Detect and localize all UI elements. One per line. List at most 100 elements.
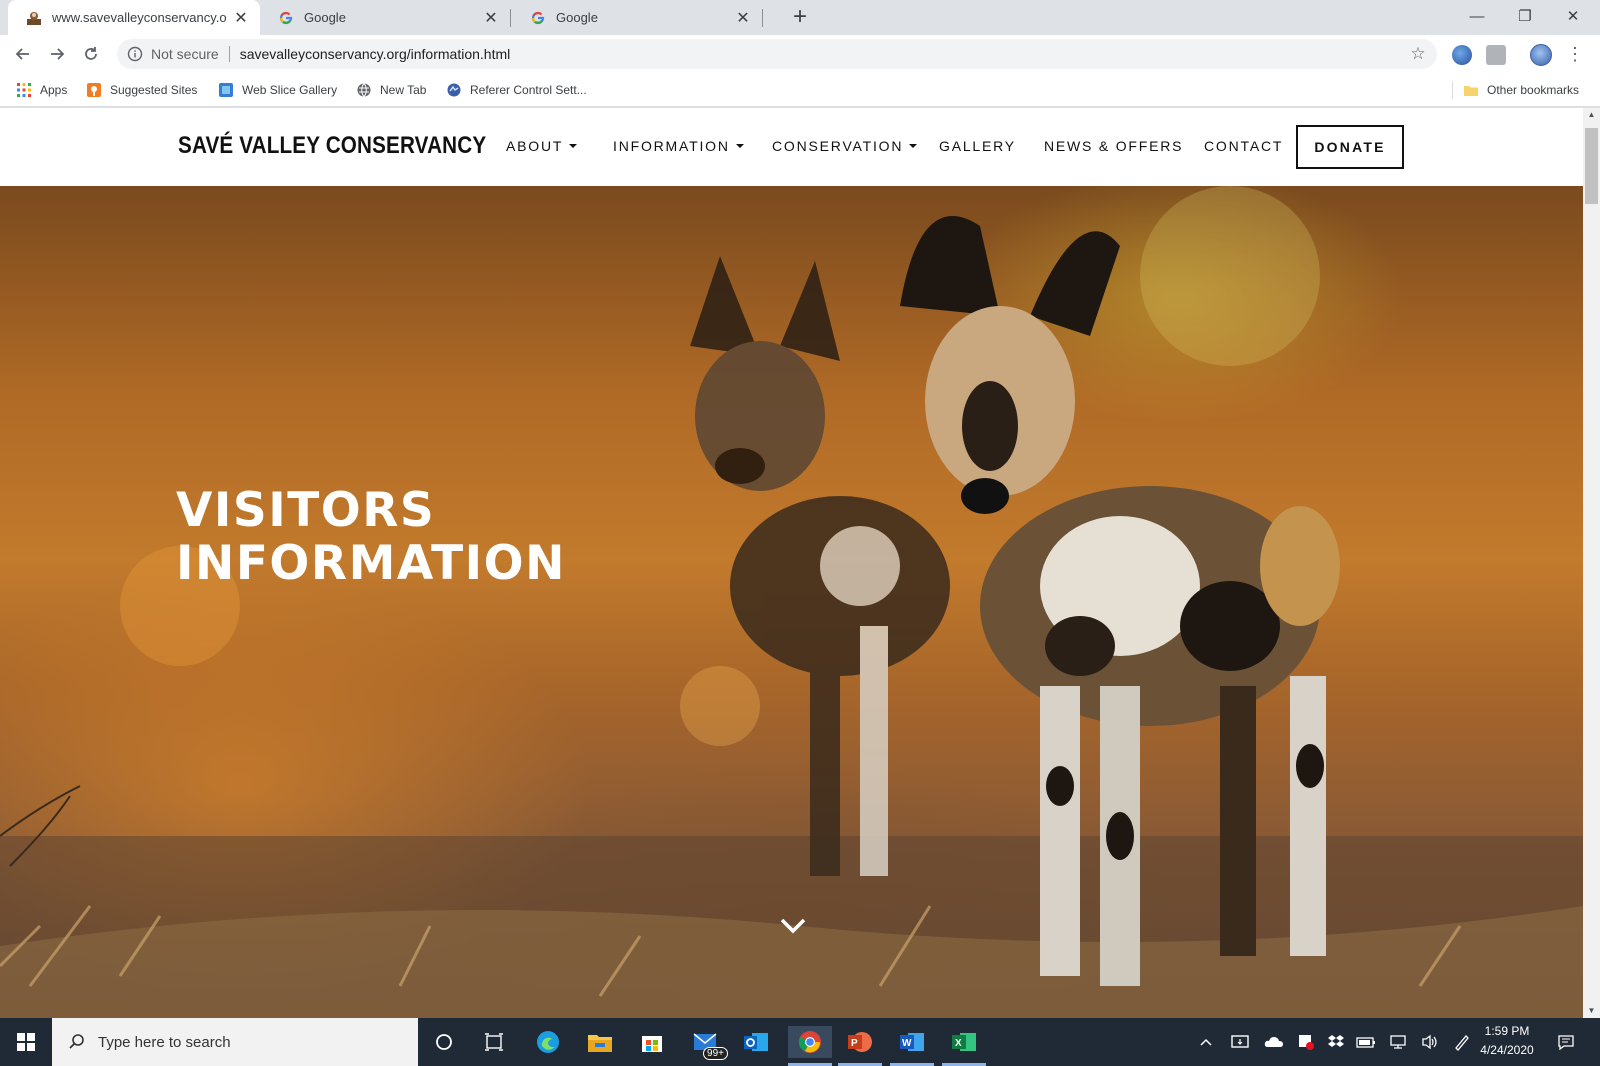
nav-gallery[interactable]: GALLERY [939, 138, 1016, 154]
mail-icon[interactable]: 99+ [686, 1026, 728, 1060]
tab-title: www.savevalleyconservancy.org/i [52, 10, 226, 25]
word-icon[interactable]: W [896, 1026, 928, 1058]
bookmark-web-slice-gallery[interactable]: Web Slice Gallery [218, 80, 337, 100]
reload-icon [85, 47, 97, 60]
hero-title-line2: INFORMATION [176, 536, 566, 591]
page-scrollbar[interactable]: ▲ ▼ [1583, 108, 1600, 1018]
bookmark-label: New Tab [380, 83, 427, 97]
bookmark-label: Suggested Sites [110, 83, 198, 97]
start-button[interactable] [0, 1018, 52, 1066]
dropbox-icon[interactable] [1326, 1032, 1346, 1052]
site-header: SAVÉ VALLEY CONSERVANCY ABOUT INFORMATIO… [0, 108, 1583, 186]
scroll-thumb[interactable] [1585, 128, 1598, 204]
extension-cast-icon[interactable] [1486, 45, 1506, 65]
arrow-right-icon [51, 48, 65, 60]
bookmark-star-icon[interactable]: ☆ [1403, 44, 1433, 64]
profile-avatar[interactable] [1530, 44, 1552, 66]
url-text[interactable]: savevalleyconservancy.org/information.ht… [240, 46, 1403, 62]
tab-title: Google [556, 10, 598, 25]
chevron-down-icon[interactable] [778, 916, 808, 936]
close-tab-icon[interactable]: ✕ [482, 8, 500, 28]
file-explorer-icon[interactable] [584, 1026, 616, 1058]
nav-about[interactable]: ABOUT [506, 138, 578, 154]
chrome-icon[interactable] [788, 1026, 832, 1058]
tab-google-2[interactable]: Google ✕ [512, 0, 762, 35]
globe-icon [357, 83, 371, 97]
close-tab-icon[interactable]: ✕ [232, 8, 250, 28]
nav-label: INFORMATION [613, 138, 730, 154]
windows-taskbar: Type here to search 99+ P W X 1:59 PM 4/… [0, 1018, 1600, 1066]
outlook-icon[interactable] [740, 1026, 772, 1058]
action-center-icon[interactable] [1556, 1032, 1576, 1052]
info-icon[interactable] [127, 46, 143, 62]
bookmark-label: Web Slice Gallery [242, 83, 338, 97]
volume-icon[interactable] [1420, 1032, 1440, 1052]
reload-button[interactable] [76, 39, 106, 69]
browser-tab-strip: www.savevalleyconservancy.org/i ✕ Google… [0, 0, 1600, 35]
caret-down-icon [909, 144, 918, 148]
svg-text:W: W [902, 1038, 912, 1049]
bookmark-referer-control[interactable]: Referer Control Sett... [446, 80, 587, 100]
edge-icon[interactable] [532, 1026, 564, 1058]
nav-conservation[interactable]: CONSERVATION [772, 138, 918, 154]
restore-button[interactable]: ❐ [1502, 0, 1548, 32]
powerpoint-icon[interactable]: P [844, 1026, 876, 1058]
excel-icon[interactable]: X [948, 1026, 980, 1058]
close-tab-icon[interactable]: ✕ [734, 8, 752, 28]
suggested-sites-icon [87, 83, 101, 97]
hero-title-line1: VISITORS [176, 483, 436, 538]
savevalley-favicon [27, 11, 41, 25]
battery-icon[interactable] [1356, 1032, 1376, 1052]
svg-text:X: X [955, 1038, 962, 1049]
forward-button[interactable] [42, 39, 72, 69]
onedrive-icon[interactable] [1264, 1032, 1284, 1052]
other-bookmarks[interactable]: Other bookmarks [1463, 80, 1579, 100]
nav-news-offers[interactable]: NEWS & OFFERS [1044, 138, 1183, 154]
bookmark-suggested-sites[interactable]: Suggested Sites [86, 80, 197, 100]
arrow-left-icon [15, 48, 29, 60]
tab-savevalley[interactable]: www.savevalleyconservancy.org/i ✕ [8, 0, 260, 35]
search-placeholder: Type here to search [98, 1033, 231, 1051]
bookmark-apps[interactable]: Apps [16, 80, 67, 100]
chevron-up-icon[interactable] [1196, 1032, 1216, 1052]
address-bar[interactable]: Not secure savevalleyconservancy.org/inf… [117, 39, 1437, 69]
caret-down-icon [569, 144, 578, 148]
referer-control-icon [447, 83, 461, 97]
browser-toolbar: Not secure savevalleyconservancy.org/inf… [0, 35, 1600, 73]
nav-information[interactable]: INFORMATION [613, 138, 744, 154]
bookmark-new-tab[interactable]: New Tab [356, 80, 426, 100]
microsoft-store-icon[interactable] [636, 1026, 668, 1058]
clock-time: 1:59 PM [1484, 1024, 1530, 1038]
address-divider [228, 46, 230, 62]
network-icon[interactable] [1388, 1032, 1408, 1052]
scroll-up-icon[interactable]: ▲ [1583, 108, 1600, 122]
taskbar-clock[interactable]: 1:59 PM 4/24/2020 [1472, 1022, 1542, 1060]
cortana-icon[interactable] [428, 1026, 460, 1058]
windows-logo-icon [17, 1033, 35, 1051]
google-favicon [279, 11, 293, 24]
notification-app-icon[interactable] [1296, 1032, 1316, 1052]
menu-kebab-icon[interactable]: ⋮ [1560, 39, 1590, 69]
nav-label: ABOUT [506, 138, 564, 154]
close-window-button[interactable]: ✕ [1550, 0, 1596, 32]
apps-grid-icon [17, 83, 31, 97]
donate-button[interactable]: DONATE [1296, 125, 1404, 169]
tab-google-1[interactable]: Google ✕ [260, 0, 510, 35]
other-bookmarks-label: Other bookmarks [1487, 83, 1580, 97]
security-label: Not secure [151, 46, 219, 62]
task-view-icon[interactable] [478, 1026, 510, 1058]
new-tab-button[interactable]: + [786, 4, 814, 32]
pen-ink-icon[interactable] [1452, 1032, 1472, 1052]
scroll-down-arrow-icon[interactable]: ▼ [1583, 1004, 1600, 1018]
extension-globe-icon[interactable] [1452, 45, 1472, 65]
nav-label: GALLERY [939, 138, 1016, 154]
taskbar-search-box[interactable]: Type here to search [52, 1018, 418, 1066]
back-button[interactable] [8, 39, 38, 69]
hero-banner: VISITORS INFORMATION [0, 186, 1583, 1018]
display-icon[interactable] [1230, 1032, 1250, 1052]
site-logo[interactable]: SAVÉ VALLEY CONSERVANCY [178, 132, 486, 160]
nav-contact[interactable]: CONTACT [1204, 138, 1283, 154]
nav-label: CONTACT [1204, 138, 1284, 154]
folder-icon [1464, 86, 1478, 96]
minimize-button[interactable]: — [1454, 0, 1500, 32]
